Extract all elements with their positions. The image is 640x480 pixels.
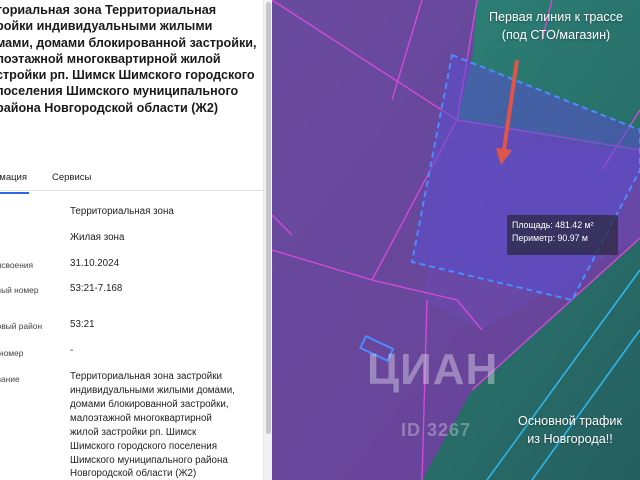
active-tab-indicator <box>0 192 29 194</box>
zone-title-line: района Новгородской области (Ж2) <box>0 100 219 115</box>
scrollbar-thumb[interactable] <box>266 2 271 434</box>
name-value-line: Территориальная зона застройки <box>70 371 223 382</box>
info-panel: ториальная зона Территориальная ройки ин… <box>0 0 272 480</box>
name-value-line: индивидуальными жилыми домами, <box>70 385 235 396</box>
reg-number-value: - <box>70 345 74 356</box>
measurement-tooltip: Площадь: 481.42 м² Периметр: 90.97 м <box>507 215 618 255</box>
reg-number-label: й номер <box>0 348 24 358</box>
callout-line: Основной трафик <box>518 414 622 428</box>
name-value-line: жилой застройки рп. Шимск <box>70 427 197 438</box>
perimeter-readout: Периметр: 90.97 м <box>512 233 588 243</box>
tab-bar: рмация Сервисы <box>0 168 263 194</box>
zone-title-line: мами, домами блокированной застройки, <box>0 35 257 50</box>
cadastral-district-value: 53:21 <box>70 319 95 330</box>
callout-traffic: Основной трафик из Новгорода!! <box>498 412 640 448</box>
panel-scrollbar[interactable] <box>263 0 272 480</box>
zone-title-line: стройки рп. Шимск Шимского городского <box>0 68 255 83</box>
name-value-line: Новгородской области (Ж2) <box>70 468 197 479</box>
callout-line: (под СТО/магазин) <box>501 28 611 42</box>
map-view[interactable]: ЦИАН ID 3267 Первая линия к трассе (под … <box>272 0 640 480</box>
watermark-logo: ЦИАН <box>367 345 499 394</box>
tab-information[interactable]: рмация <box>0 172 34 194</box>
callout-first-line: Первая линия к трассе (под СТО/магазин) <box>468 8 640 44</box>
area-readout: Площадь: 481.42 м² <box>512 220 594 230</box>
cadastral-number-label: овый номер <box>0 285 39 295</box>
zone-type-value: Территориальная зона <box>70 206 174 217</box>
name-value-line: Шимского городского поселения <box>70 441 218 452</box>
cadastral-district-label: ровый район <box>0 321 43 331</box>
zone-title-line: поселения Шимского муниципального <box>0 84 239 99</box>
assign-date-value: 31.10.2024 <box>70 258 120 269</box>
zone-title-line: ройки индивидуальными жилыми <box>0 19 213 34</box>
name-label: ование <box>0 374 20 384</box>
zone-kind-value: Жилая зона <box>70 232 125 243</box>
zone-title-line: ториальная зона Территориальная <box>0 3 217 17</box>
callout-line: Первая линия к трассе <box>488 10 623 24</box>
zone-title: ториальная зона Территориальная ройки ин… <box>0 2 258 116</box>
name-value-line: домами блокированной застройки, <box>70 399 229 410</box>
name-value-line: малоэтажной многоквартирной <box>70 413 212 424</box>
callout-line: из Новгорода!! <box>527 432 613 446</box>
tab-information-label: рмация <box>0 172 27 183</box>
watermark-id: ID 3267 <box>401 420 472 440</box>
tab-services[interactable]: Сервисы <box>52 172 91 183</box>
assign-date-label: рисвоения <box>0 260 34 270</box>
cadastral-number-value: 53:21-7.168 <box>70 283 123 294</box>
name-value-line: Шимского муниципального района <box>70 455 228 466</box>
zone-title-line: лоэтажной многоквартирной жилой <box>0 51 221 66</box>
